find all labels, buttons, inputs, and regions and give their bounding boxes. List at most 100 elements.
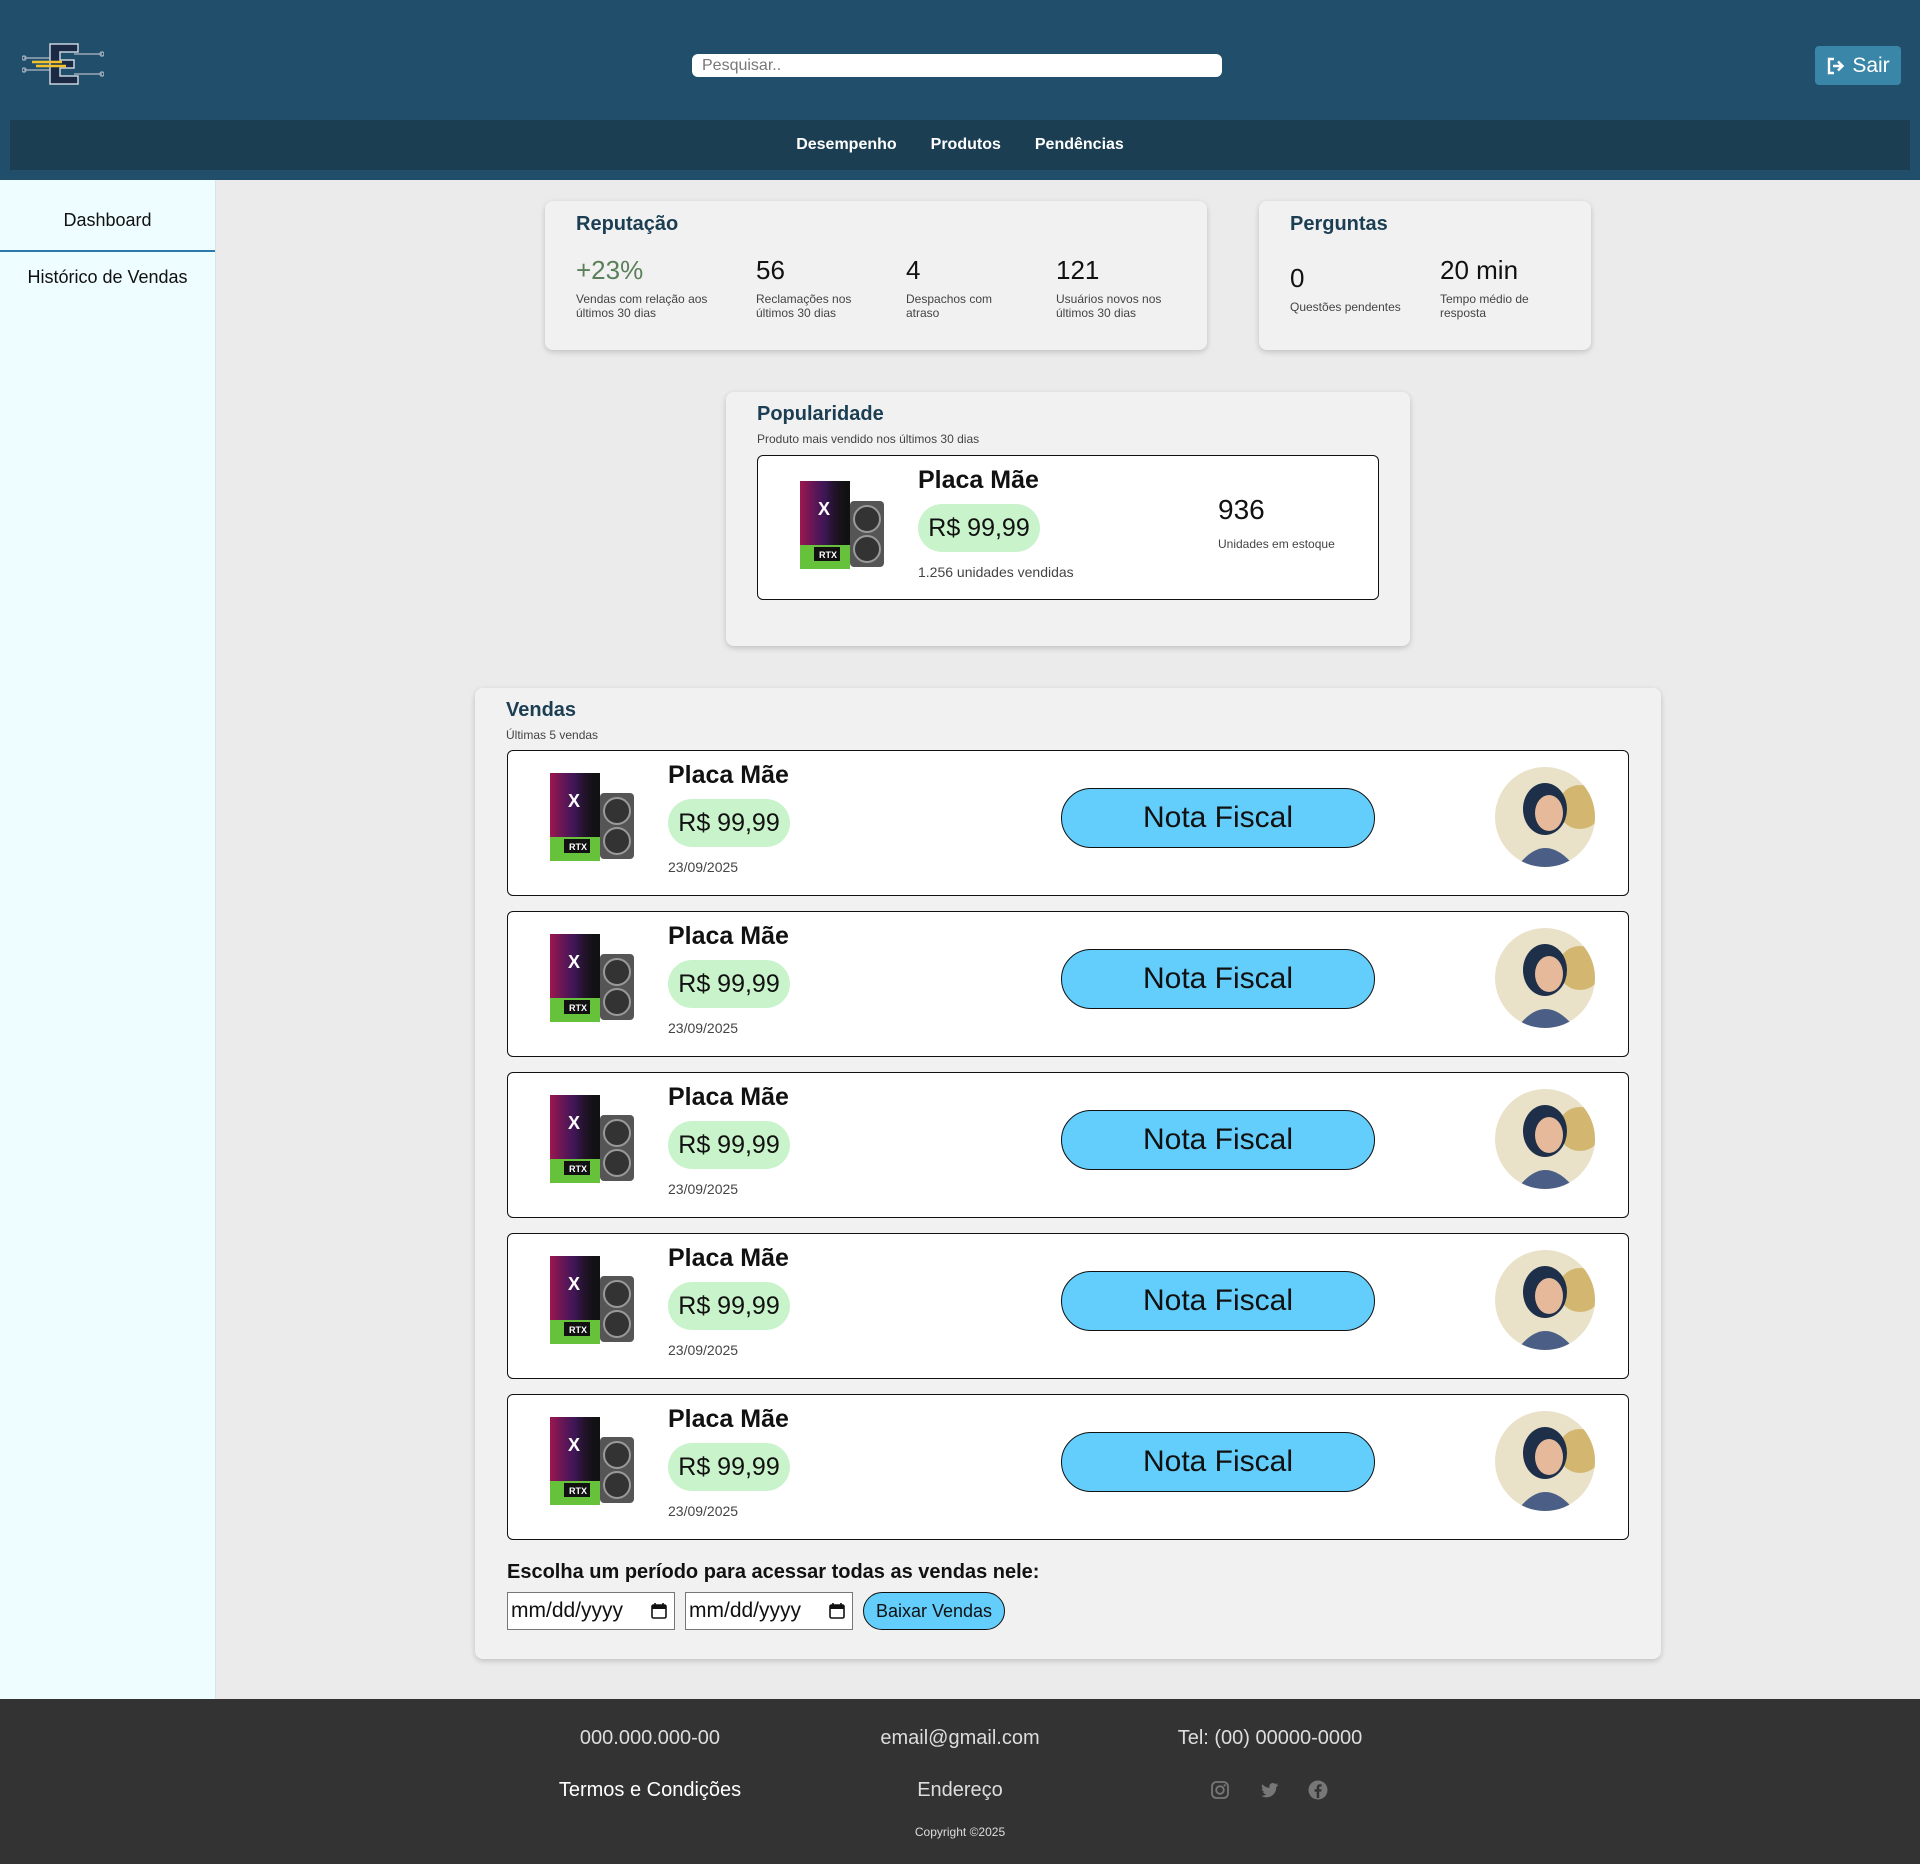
twitter-icon[interactable] xyxy=(1258,1779,1280,1801)
nav-desempenho[interactable]: Desempenho xyxy=(796,136,896,154)
sale-date: 23/09/2025 xyxy=(668,1020,739,1036)
svg-text:X: X xyxy=(568,1113,580,1133)
logo-icon[interactable] xyxy=(22,40,104,88)
customer-avatar[interactable] xyxy=(1495,928,1595,1028)
download-sales-button[interactable]: Baixar Vendas xyxy=(863,1592,1005,1630)
footer: 000.000.000-00 email@gmail.com Tel: (00)… xyxy=(0,1699,1920,1864)
start-date-input[interactable]: mm/dd/yyyy xyxy=(507,1592,675,1630)
sale-price: R$ 99,99 xyxy=(668,1443,790,1491)
invoice-button[interactable]: Nota Fiscal xyxy=(1061,788,1375,848)
sale-product-name: Placa Mãe xyxy=(668,922,789,950)
avatar-icon xyxy=(1495,1250,1595,1350)
graphics-card-image: RTX X xyxy=(800,481,884,569)
top-product-sold: 1.256 unidades vendidas xyxy=(918,564,1074,580)
stat-label: Despachos com atraso xyxy=(906,292,993,320)
svg-text:RTX: RTX xyxy=(569,1003,587,1013)
nav-produtos[interactable]: Produtos xyxy=(931,136,1001,154)
sale-product-name: Placa Mãe xyxy=(668,1405,789,1433)
avatar-icon xyxy=(1495,928,1595,1028)
svg-text:RTX: RTX xyxy=(569,1325,587,1335)
reputation-title: Reputação xyxy=(576,213,679,235)
facebook-icon[interactable] xyxy=(1307,1779,1329,1801)
calendar-icon[interactable] xyxy=(650,1602,668,1620)
top-product-box[interactable]: RTX X Placa Mãe R$ 99,99 1.256 unidades … xyxy=(757,455,1379,600)
svg-text:X: X xyxy=(568,952,580,972)
graphics-card-image: RTX X xyxy=(550,773,634,861)
footer-email: email@gmail.com xyxy=(880,1727,1040,1749)
reputation-stat-new-users: 121 Usuários novos nos últimos 30 dias xyxy=(1056,255,1201,320)
stat-label: Vendas com relação aos últimos 30 dias xyxy=(576,292,708,320)
reputation-stat-complaints: 56 Reclamações nos últimos 30 dias xyxy=(756,255,866,320)
invoice-button[interactable]: Nota Fiscal xyxy=(1061,1110,1375,1170)
avatar-icon xyxy=(1495,1089,1595,1189)
customer-avatar[interactable] xyxy=(1495,767,1595,867)
reputation-card: Reputação +23% Vendas com relação aos úl… xyxy=(545,201,1207,350)
svg-text:RTX: RTX xyxy=(569,1164,587,1174)
stat-label: Tempo médio de resposta xyxy=(1440,292,1529,320)
top-product-price: R$ 99,99 xyxy=(918,504,1040,552)
customer-avatar[interactable] xyxy=(1495,1089,1595,1189)
stat-label: Questões pendentes xyxy=(1290,300,1401,314)
questions-title: Perguntas xyxy=(1290,213,1388,235)
sidebar-item-sales-history[interactable]: Histórico de Vendas xyxy=(0,252,215,314)
footer-cnpj: 000.000.000-00 xyxy=(579,1727,721,1749)
sales-card: Vendas Últimas 5 vendas RTX X Placa Mãe … xyxy=(475,688,1661,1659)
graphics-card-image: RTX X xyxy=(550,934,634,1022)
sidebar: Dashboard Histórico de Vendas xyxy=(0,180,216,1699)
customer-avatar[interactable] xyxy=(1495,1250,1595,1350)
sale-product-name: Placa Mãe xyxy=(668,1083,789,1111)
sale-date: 23/09/2025 xyxy=(668,1181,739,1197)
invoice-button[interactable]: Nota Fiscal xyxy=(1061,1432,1375,1492)
stat-value: +23% xyxy=(576,255,644,285)
popularity-title: Popularidade xyxy=(757,403,884,425)
svg-text:X: X xyxy=(818,499,830,519)
popularity-subtitle: Produto mais vendido nos últimos 30 dias xyxy=(757,432,980,446)
svg-text:RTX: RTX xyxy=(569,1486,587,1496)
logout-button[interactable]: Sair xyxy=(1815,46,1901,85)
footer-terms-link[interactable]: Termos e Condições xyxy=(559,1779,741,1802)
sale-date: 23/09/2025 xyxy=(668,1503,739,1519)
avatar-icon xyxy=(1495,767,1595,867)
stat-label: Usuários novos nos últimos 30 dias xyxy=(1056,292,1162,320)
sale-price: R$ 99,99 xyxy=(668,799,790,847)
sale-product-name: Placa Mãe xyxy=(668,761,789,789)
sale-row: RTX X Placa Mãe R$ 99,99 23/09/2025 Nota… xyxy=(507,750,1629,896)
stat-value: 4 xyxy=(906,255,921,285)
stat-value: 0 xyxy=(1290,263,1305,293)
invoice-button[interactable]: Nota Fiscal xyxy=(1061,1271,1375,1331)
period-label: Escolha um período para acessar todas as… xyxy=(507,1561,1040,1583)
end-date-input[interactable]: mm/dd/yyyy xyxy=(685,1592,853,1630)
nav-pendencias[interactable]: Pendências xyxy=(1035,136,1124,154)
svg-text:X: X xyxy=(568,1274,580,1294)
instagram-icon[interactable] xyxy=(1209,1779,1231,1801)
sidebar-item-dashboard[interactable]: Dashboard xyxy=(0,180,215,252)
date-placeholder: mm/dd/yyyy xyxy=(689,1599,802,1622)
stat-value: 56 xyxy=(756,255,785,285)
footer-address-link[interactable]: Endereço xyxy=(917,1779,1003,1802)
sale-row: RTX X Placa Mãe R$ 99,99 23/09/2025 Nota… xyxy=(507,1233,1629,1379)
svg-text:RTX: RTX xyxy=(569,842,587,852)
reputation-stat-sales: +23% Vendas com relação aos últimos 30 d… xyxy=(576,255,726,320)
sale-product-name: Placa Mãe xyxy=(668,1244,789,1272)
search-input[interactable] xyxy=(692,54,1222,77)
calendar-icon[interactable] xyxy=(828,1602,846,1620)
customer-avatar[interactable] xyxy=(1495,1411,1595,1511)
sale-date: 23/09/2025 xyxy=(668,859,739,875)
sign-out-icon xyxy=(1828,57,1845,74)
invoice-button[interactable]: Nota Fiscal xyxy=(1061,949,1375,1009)
top-navigation: Desempenho Produtos Pendências xyxy=(10,120,1910,170)
top-product-name: Placa Mãe xyxy=(918,466,1039,494)
sale-price: R$ 99,99 xyxy=(668,1121,790,1169)
header: Sair Desempenho Produtos Pendências xyxy=(0,0,1920,180)
footer-phone: Tel: (00) 00000-0000 xyxy=(1177,1727,1363,1749)
graphics-card-image: RTX X xyxy=(550,1256,634,1344)
sale-date: 23/09/2025 xyxy=(668,1342,739,1358)
sales-subtitle: Últimas 5 vendas xyxy=(506,728,599,742)
svg-text:RTX: RTX xyxy=(819,550,837,560)
stat-value: 20 min xyxy=(1440,255,1519,285)
stock-value: 936 xyxy=(1218,494,1265,525)
svg-text:X: X xyxy=(568,1435,580,1455)
questions-stat-response-time: 20 min Tempo médio de resposta xyxy=(1440,255,1550,320)
stat-label: Reclamações nos últimos 30 dias xyxy=(756,292,852,320)
date-placeholder: mm/dd/yyyy xyxy=(511,1599,624,1622)
